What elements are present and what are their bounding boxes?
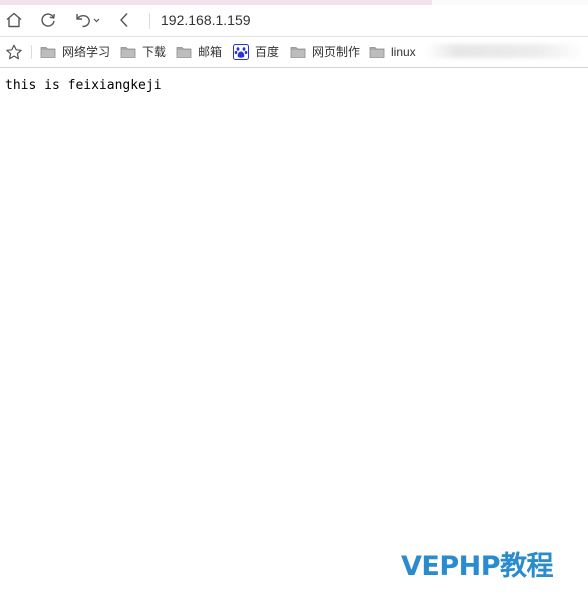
- bookmarks-divider: [31, 45, 32, 59]
- address-bar-divider: [149, 13, 150, 29]
- bookmark-downloads[interactable]: 下载: [120, 43, 166, 61]
- folder-icon: [290, 47, 306, 58]
- refresh-button[interactable]: [37, 8, 59, 32]
- bookmarks-bar: 网络学习 下载 邮箱 百度 网页制作 linux: [0, 37, 588, 67]
- page-content: this is feixiangkeji VEPHP教程: [0, 68, 588, 598]
- folder-icon: [369, 47, 385, 58]
- bookmark-linux[interactable]: linux: [369, 43, 416, 61]
- folder-icon: [120, 47, 136, 58]
- folder-icon: [40, 47, 56, 58]
- navigation-toolbar: 192.168.1.159: [0, 5, 588, 36]
- blurred-bookmarks-region: [425, 44, 585, 58]
- bookmark-baidu[interactable]: 百度: [233, 43, 279, 61]
- bookmark-label: 邮箱: [198, 45, 223, 59]
- bookmark-label: 网络学习: [62, 45, 111, 59]
- home-button[interactable]: [3, 8, 25, 32]
- baidu-paw-icon: [233, 44, 249, 60]
- bookmark-mailbox[interactable]: 邮箱: [176, 43, 222, 61]
- bookmark-network-learning[interactable]: 网络学习: [40, 43, 110, 61]
- back-icon: [120, 13, 128, 27]
- bookmark-label: 网页制作: [312, 45, 361, 59]
- back-button[interactable]: [114, 8, 134, 32]
- bookmark-web-design[interactable]: 网页制作: [290, 43, 360, 61]
- undo-icon: [76, 14, 100, 28]
- bookmark-label: 百度: [255, 45, 280, 59]
- home-icon: [6, 12, 22, 28]
- folder-icon: [176, 47, 192, 58]
- star-icon[interactable]: [5, 44, 23, 60]
- page-body-text: this is feixiangkeji: [5, 78, 162, 93]
- watermark-logo: VEPHP教程: [401, 551, 554, 582]
- bookmark-label: linux: [391, 45, 416, 59]
- bookmark-label: 下载: [142, 45, 167, 59]
- address-bar-url[interactable]: 192.168.1.159: [161, 12, 251, 29]
- refresh-icon: [41, 13, 55, 27]
- undo-close-tab-button[interactable]: [72, 8, 104, 32]
